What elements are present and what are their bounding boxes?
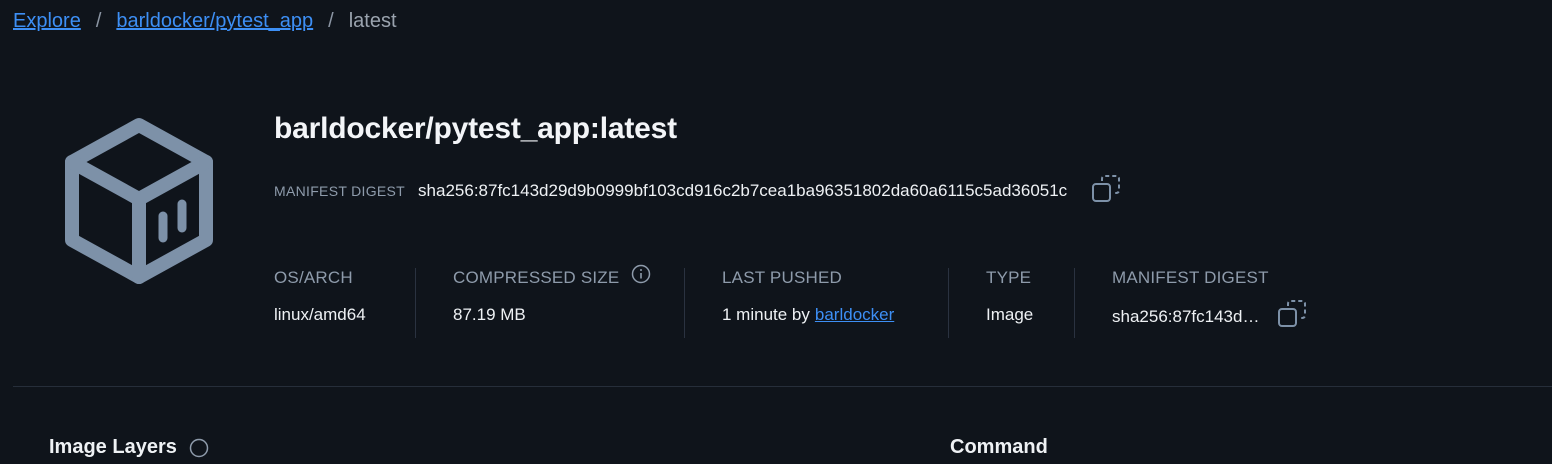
os-arch-label: OS/ARCH <box>274 268 353 287</box>
breadcrumb-separator: / <box>328 10 334 32</box>
breadcrumb-link-explore[interactable]: Explore <box>13 10 81 33</box>
last-pushed-time: 1 minute by <box>722 305 810 324</box>
page-title: barldocker/pytest_app:latest <box>274 112 677 145</box>
manifest-digest-label: MANIFEST DIGEST <box>1112 268 1269 287</box>
copy-icon[interactable] <box>1091 174 1121 204</box>
type-value: Image <box>986 305 1034 324</box>
breadcrumb: Explore / barldocker/pytest_app / latest <box>13 10 397 33</box>
command-heading: Command <box>950 436 1048 458</box>
last-pushed-value: 1 minute by barldocker <box>722 305 948 325</box>
compressed-size-label-row: COMPRESSED SIZE <box>453 264 684 288</box>
info-icon[interactable] <box>631 264 651 284</box>
os-arch-column: OS/ARCH linux/amd64 <box>274 268 416 338</box>
type-label: TYPE <box>986 268 1032 287</box>
image-layers-title: Image Layers <box>49 436 177 458</box>
manifest-digest-short-value: sha256:87fc143d… <box>1112 307 1260 326</box>
section-divider <box>13 386 1552 387</box>
manifest-digest-column: MANIFEST DIGEST sha256:87fc143d… <box>1075 268 1352 338</box>
os-arch-value: linux/amd64 <box>274 305 366 324</box>
compressed-size-value: 87.19 MB <box>453 305 526 324</box>
manifest-digest-short-row: sha256:87fc143d… <box>1112 300 1352 329</box>
pushed-by-user-link[interactable]: barldocker <box>815 305 894 325</box>
last-pushed-label: LAST PUSHED <box>722 268 842 287</box>
compressed-size-label: COMPRESSED SIZE <box>453 268 620 287</box>
type-column: TYPE Image <box>949 268 1075 338</box>
breadcrumb-link-repository[interactable]: barldocker/pytest_app <box>116 10 313 33</box>
image-metadata: OS/ARCH linux/amd64 COMPRESSED SIZE 87.1… <box>274 264 1352 338</box>
docker-image-box-icon <box>60 116 218 286</box>
manifest-digest-value: sha256:87fc143d29d9b0999bf103cd916c2b7ce… <box>418 181 1068 200</box>
copy-icon[interactable] <box>1277 299 1307 329</box>
help-icon[interactable] <box>189 438 209 458</box>
breadcrumb-current-tag: latest <box>348 10 397 32</box>
compressed-size-column: COMPRESSED SIZE 87.19 MB <box>416 264 685 338</box>
manifest-digest-row: MANIFEST DIGEST sha256:87fc143d29d9b0999… <box>274 175 1121 204</box>
last-pushed-column: LAST PUSHED 1 minute by barldocker <box>685 268 949 338</box>
breadcrumb-separator: / <box>95 10 102 32</box>
manifest-digest-label: MANIFEST DIGEST <box>274 183 406 199</box>
image-layers-heading: Image Layers <box>49 436 209 459</box>
